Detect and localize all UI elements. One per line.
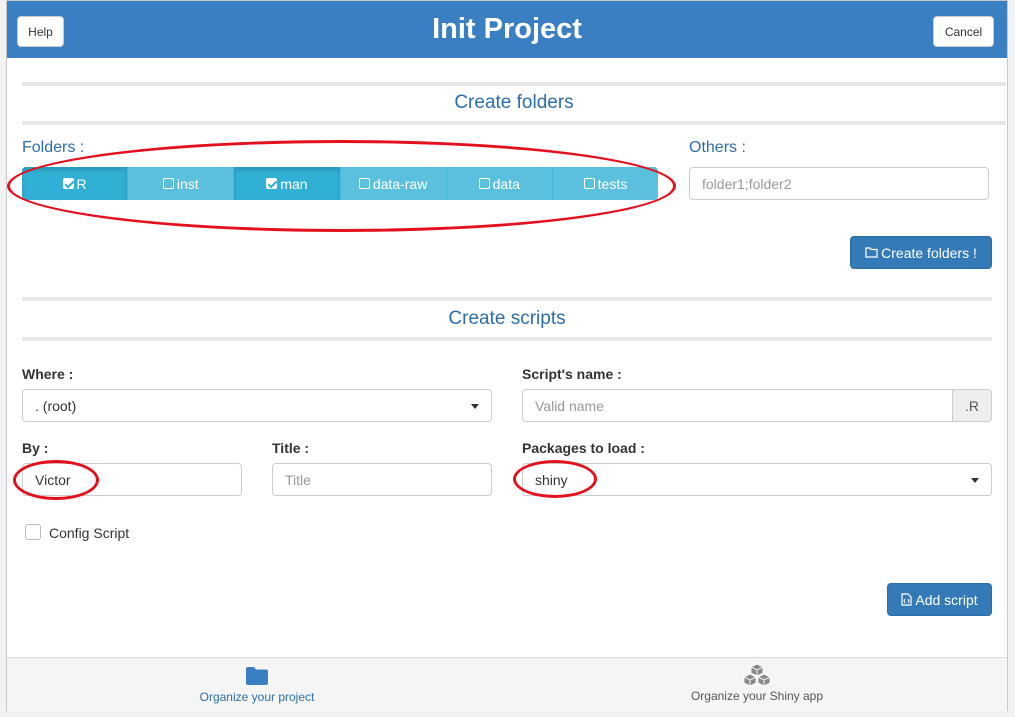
file-code-icon [901, 593, 912, 606]
checkbox-unchecked-icon [162, 178, 174, 189]
packages-label: Packages to load : [522, 440, 645, 456]
caret-down-icon [471, 404, 479, 409]
folder-option-man[interactable]: man [234, 167, 341, 200]
checkbox-unchecked-icon [358, 178, 370, 189]
folder-option-r[interactable]: R [22, 167, 129, 200]
section-divider [22, 121, 1006, 125]
folders-checkbox-group: R inst man data-raw data tests [22, 167, 658, 200]
checkbox-unchecked-icon [478, 178, 490, 189]
section-divider [22, 82, 1006, 86]
checkbox-unchecked-icon [583, 178, 595, 189]
checkbox-checked-icon [62, 178, 74, 189]
others-label: Others : [689, 139, 746, 156]
bottom-tab-bar: Organize your project Organize your Shin… [7, 657, 1007, 711]
tab-organize-shiny-label: Organize your Shiny app [690, 689, 824, 703]
create-folders-title: Create folders [454, 92, 574, 113]
create-folders-label: Create folders ! [881, 244, 977, 261]
folder-open-icon [865, 247, 878, 258]
title-label: Title : [272, 440, 310, 456]
folder-option-label: R [76, 175, 87, 192]
script-name-label: Script's name : [522, 366, 622, 382]
where-label: Where : [22, 366, 74, 382]
config-script-label: Config Script [49, 525, 130, 541]
header-bar: Help Init Project Cancel [7, 1, 1007, 58]
script-extension-addon: .R [952, 389, 992, 422]
section-divider [22, 337, 992, 341]
create-scripts-title: Create scripts [448, 308, 566, 329]
folder-option-data-raw[interactable]: data-raw [340, 167, 447, 200]
author-input[interactable]: Victor [22, 463, 242, 496]
cubes-icon [743, 663, 771, 687]
folder-option-data[interactable]: data [446, 167, 553, 200]
create-folders-button[interactable]: Create folders ! [850, 236, 992, 269]
tab-organize-shiny[interactable]: Organize your Shiny app [657, 658, 857, 712]
folder-option-label: tests [597, 175, 628, 192]
folder-option-inst[interactable]: inst [128, 167, 235, 200]
tab-organize-project-label: Organize your project [199, 690, 315, 704]
page-title: Init Project [432, 13, 582, 45]
config-script-checkbox[interactable] [25, 524, 41, 540]
script-name-input[interactable]: Valid name [522, 389, 953, 422]
title-input[interactable]: Title [272, 463, 492, 496]
folder-option-label: data [492, 175, 520, 192]
folder-option-label: inst [176, 175, 199, 192]
tab-organize-project[interactable]: Organize your project [157, 658, 357, 712]
others-folders-input[interactable]: folder1;folder2 [689, 167, 989, 200]
caret-down-icon [971, 478, 979, 483]
folder-option-tests[interactable]: tests [552, 167, 658, 200]
add-script-label: Add script [915, 591, 978, 608]
folder-option-label: data-raw [372, 175, 428, 192]
packages-select-value: shiny [535, 471, 568, 488]
folder-option-label: man [280, 175, 308, 192]
folder-icon [246, 667, 268, 685]
where-select-value: . (root) [35, 397, 77, 414]
section-divider [22, 297, 992, 301]
packages-select[interactable]: shiny [522, 463, 992, 496]
add-script-button[interactable]: Add script [887, 583, 992, 616]
by-label: By : [22, 440, 49, 456]
app-window: Help Init Project Cancel Create folders … [6, 0, 1008, 711]
folders-label: Folders : [22, 139, 85, 156]
checkbox-checked-icon [266, 178, 278, 189]
where-select[interactable]: . (root) [22, 389, 492, 422]
cancel-button[interactable]: Cancel [933, 16, 994, 47]
